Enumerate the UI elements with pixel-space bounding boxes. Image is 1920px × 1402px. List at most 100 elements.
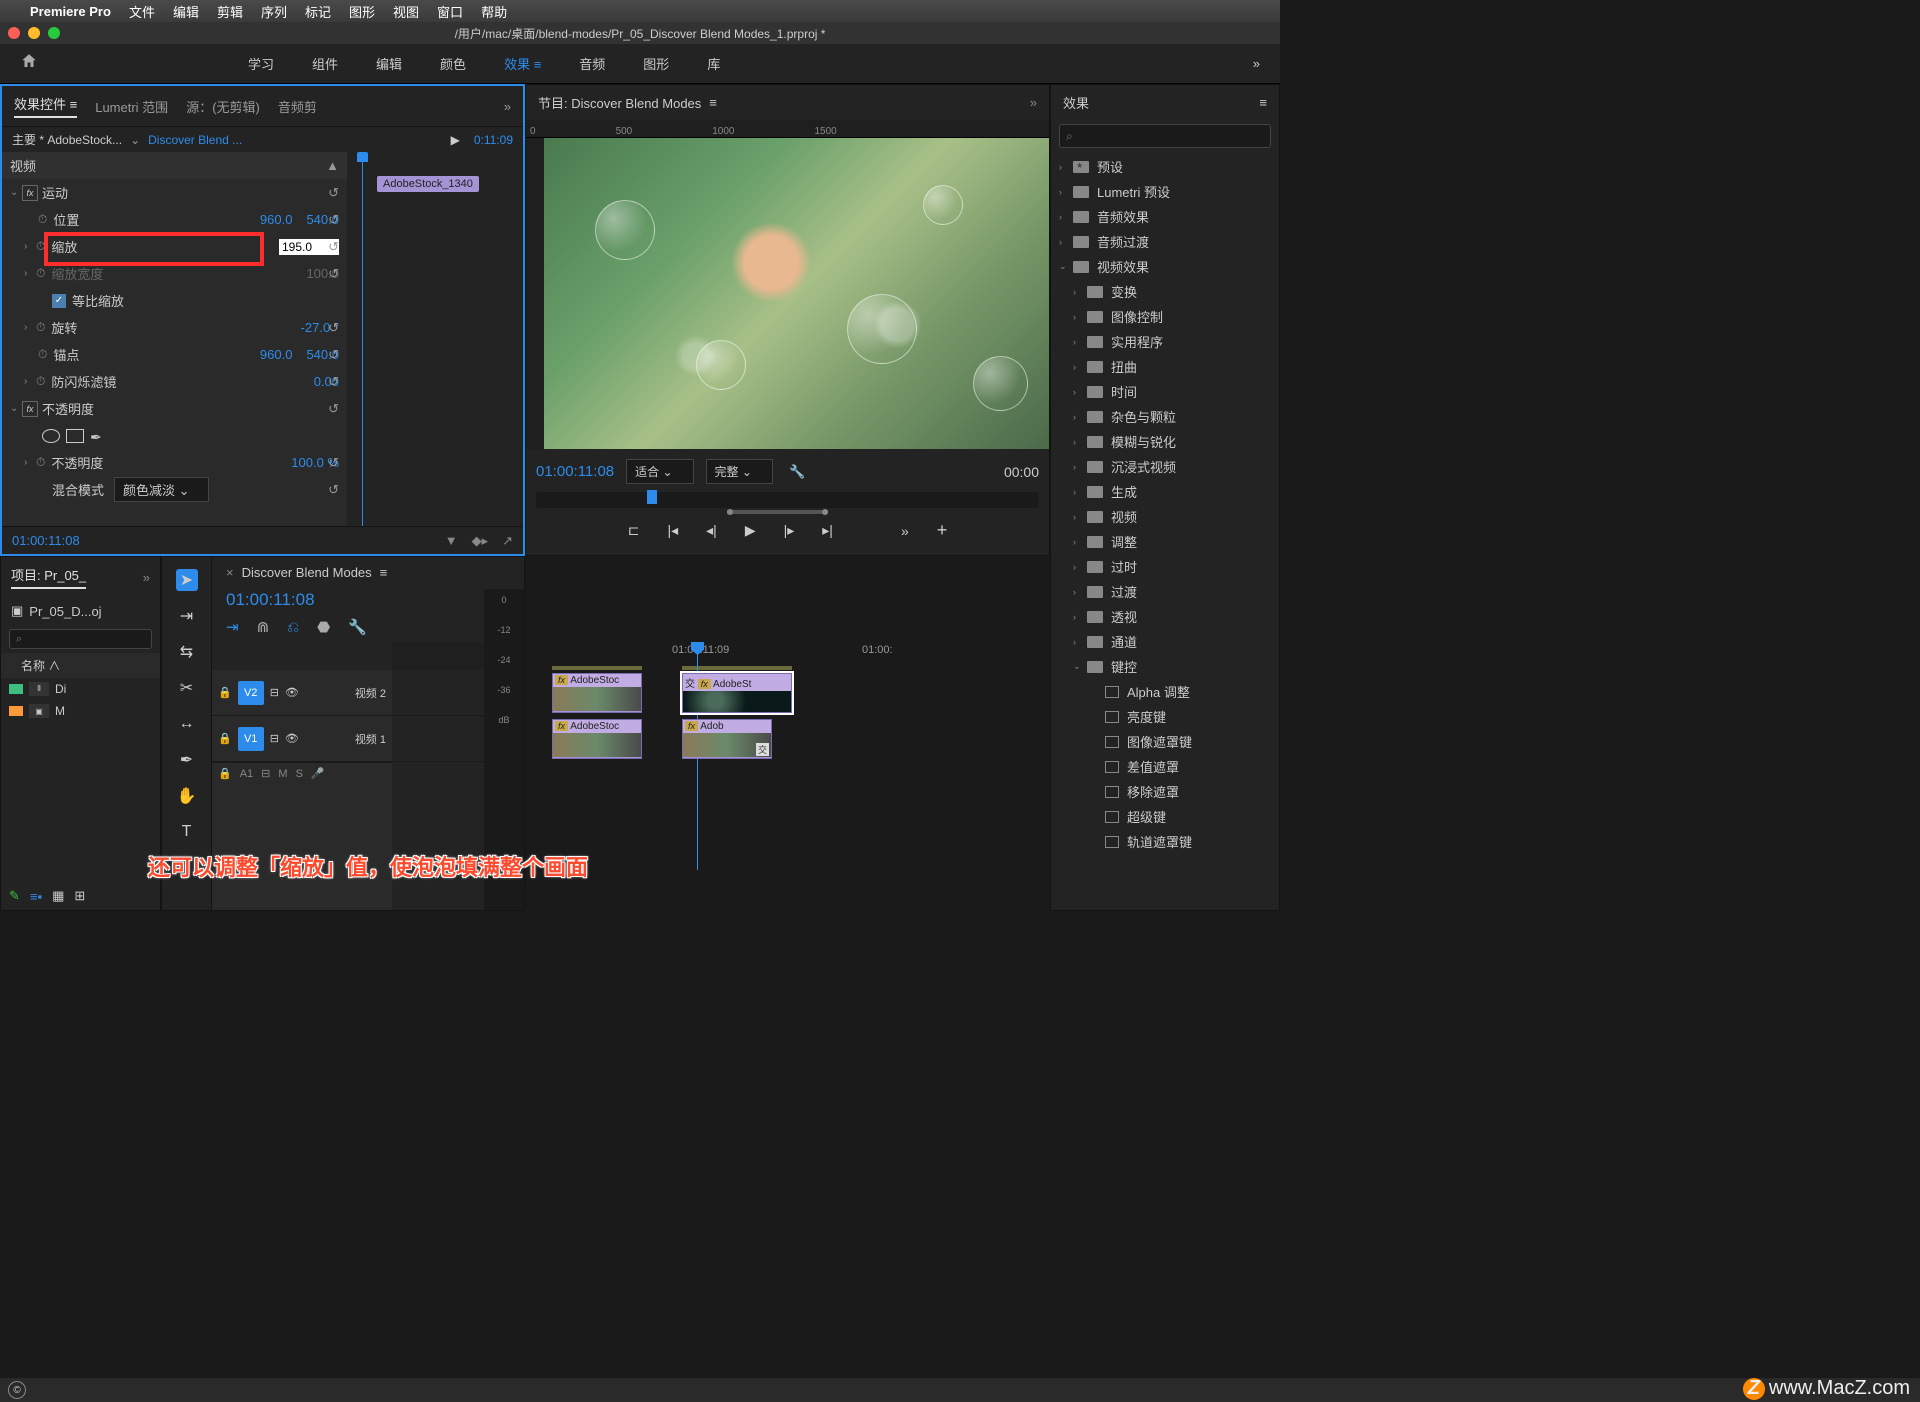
rect-mask-icon[interactable] — [66, 429, 84, 443]
effects-tree-item[interactable]: ›图像控制 — [1051, 304, 1279, 329]
program-vruler[interactable] — [526, 138, 544, 449]
play-icon[interactable]: ▶ — [745, 522, 756, 539]
effects-tree-item[interactable]: 移除遮罩 — [1051, 779, 1279, 804]
reset-icon[interactable]: ↺ — [328, 374, 339, 390]
program-timecode[interactable]: 01:00:11:08 — [536, 463, 614, 480]
uniform-scale-checkbox[interactable]: ✓ — [52, 294, 66, 308]
stopwatch-icon[interactable]: ⏱ — [36, 374, 45, 389]
effects-tree-item[interactable]: Alpha 调整 — [1051, 679, 1279, 704]
effects-tree-item[interactable]: ›透视 — [1051, 604, 1279, 629]
program-scrubber[interactable] — [536, 492, 1039, 508]
effects-tree-item[interactable]: ›视频 — [1051, 504, 1279, 529]
selection-tool[interactable]: ➤ — [176, 569, 198, 591]
step-forward-icon[interactable]: |▸ — [784, 522, 795, 539]
mini-clip[interactable]: AdobeStock_1340 — [377, 176, 479, 192]
close-window-button[interactable] — [8, 27, 20, 39]
stopwatch-icon[interactable]: ⏱ — [38, 212, 47, 227]
effects-tree-item[interactable]: ›实用程序 — [1051, 329, 1279, 354]
sync-lock-icon[interactable]: ⊟ — [270, 686, 279, 699]
step-back-icon[interactable]: ◂| — [706, 522, 717, 539]
stopwatch-icon[interactable]: ⏱ — [36, 455, 45, 470]
bin-icon[interactable]: ▣ — [11, 603, 23, 619]
fx-badge[interactable]: fx — [22, 401, 38, 417]
ws-effects[interactable]: 效果 — [500, 52, 545, 75]
panel-menu-icon[interactable]: ≡ — [1259, 95, 1267, 110]
ws-editing[interactable]: 编辑 — [372, 52, 406, 75]
stopwatch-icon[interactable]: ⏱ — [38, 347, 47, 362]
ec-sequence-label[interactable]: Discover Blend ... — [148, 133, 242, 147]
ec-mini-timeline[interactable]: AdobeStock_1340 — [347, 152, 523, 526]
ws-color[interactable]: 颜色 — [436, 52, 470, 75]
pen-mask-icon[interactable]: ✒ — [90, 429, 108, 443]
project-search[interactable] — [9, 629, 152, 649]
clip-v1-1[interactable]: fx AdobeStoc — [552, 719, 642, 759]
twirl-icon[interactable]: › — [24, 376, 36, 387]
go-to-in-icon[interactable]: |◂ — [667, 522, 678, 539]
twirl-icon[interactable]: ⌄ — [10, 403, 22, 414]
razor-tool[interactable]: ✂ — [176, 677, 198, 699]
panel-overflow[interactable]: » — [143, 570, 150, 585]
lock-icon[interactable]: 🔒 — [218, 767, 232, 780]
tab-lumetri-scopes[interactable]: Lumetri 范围 — [95, 97, 168, 116]
reset-icon[interactable]: ↺ — [328, 185, 339, 201]
resolution-dropdown[interactable]: 完整 ⌄ — [706, 459, 773, 484]
go-to-out-icon[interactable]: ▸| — [822, 522, 833, 539]
position-x[interactable]: 960.0 — [260, 212, 293, 227]
opacity-effect[interactable]: 不透明度 — [42, 399, 94, 418]
clip-v2-2[interactable]: 交 fx AdobeSt — [682, 673, 792, 713]
effects-tree-item[interactable]: ›调整 — [1051, 529, 1279, 554]
twirl-icon[interactable]: › — [24, 457, 36, 468]
ws-libraries[interactable]: 库 — [703, 52, 724, 75]
effects-tree-item[interactable]: ›杂色与颗粒 — [1051, 404, 1279, 429]
reset-icon[interactable]: ↺ — [328, 347, 339, 363]
wrench-icon[interactable]: 🔧 — [348, 618, 367, 636]
col-name[interactable]: 名称 — [21, 659, 45, 673]
ec-timecode[interactable]: 01:00:11:08 — [12, 533, 80, 548]
chevron-down-icon[interactable]: ⌄ — [130, 133, 140, 147]
minimize-window-button[interactable] — [28, 27, 40, 39]
transport-overflow[interactable]: » — [901, 523, 909, 539]
effects-tree-item[interactable]: ›Lumetri 预设 — [1051, 179, 1279, 204]
eye-icon[interactable]: 👁 — [285, 732, 299, 745]
reset-icon[interactable]: ↺ — [328, 239, 339, 255]
timeline-timecode[interactable]: 01:00:11:08 — [212, 588, 524, 612]
project-item[interactable]: ⫴Di — [1, 678, 160, 700]
menu-window[interactable]: 窗口 — [437, 2, 463, 21]
playhead-icon[interactable] — [362, 152, 363, 526]
effects-tree-item[interactable]: 图像遮罩键 — [1051, 729, 1279, 754]
ec-source-label[interactable]: 主要 * AdobeStock... — [12, 131, 122, 148]
cc-icon[interactable]: © — [8, 1381, 26, 1399]
marker-icon[interactable]: ⬣ — [317, 618, 330, 636]
clip-v2-1[interactable]: fx AdobeStoc — [552, 673, 642, 713]
track-select-tool[interactable]: ⇥ — [176, 605, 198, 627]
sequence-name[interactable]: Discover Blend Modes — [242, 565, 372, 580]
effects-tree-item[interactable]: ⌄视频效果 — [1051, 254, 1279, 279]
play-icon[interactable]: ▶ — [451, 133, 460, 147]
effects-tree-item[interactable]: 亮度键 — [1051, 704, 1279, 729]
collapse-icon[interactable]: ▲ — [326, 158, 339, 173]
sync-lock-icon[interactable]: ⊟ — [270, 732, 279, 745]
tab-project[interactable]: 项目: Pr_05_ — [11, 565, 86, 589]
effects-tree-item[interactable]: ›音频效果 — [1051, 204, 1279, 229]
effects-tree-item[interactable]: ⌄键控 — [1051, 654, 1279, 679]
project-list[interactable]: ⫴Di▣M — [1, 678, 160, 882]
snap-icon[interactable]: ⇥ — [226, 618, 239, 636]
freeform-view-icon[interactable]: ⊞ — [74, 888, 85, 904]
reset-icon[interactable]: ↺ — [328, 455, 339, 471]
clip-v1-2[interactable]: fx Adob交 — [682, 719, 772, 759]
effects-search[interactable] — [1059, 124, 1271, 148]
effects-tree-item[interactable]: 轨道遮罩键 — [1051, 829, 1279, 854]
ws-overflow[interactable]: » — [1253, 56, 1260, 71]
program-canvas[interactable] — [544, 138, 1049, 449]
playhead-icon[interactable] — [647, 490, 657, 504]
ws-audio[interactable]: 音频 — [575, 52, 609, 75]
twirl-icon[interactable]: ⌄ — [10, 187, 22, 198]
reset-icon[interactable]: ↺ — [328, 482, 339, 498]
blend-mode-dropdown[interactable]: 颜色减淡 ⌄ — [114, 477, 209, 502]
effects-tree-item[interactable]: ›扭曲 — [1051, 354, 1279, 379]
sync-lock-icon[interactable]: ⊟ — [261, 767, 270, 780]
ellipse-mask-icon[interactable] — [42, 429, 60, 443]
pen-tool[interactable]: ✒ — [176, 749, 198, 771]
effects-tree-item[interactable]: ›通道 — [1051, 629, 1279, 654]
effects-tree-item[interactable]: 超级键 — [1051, 804, 1279, 829]
